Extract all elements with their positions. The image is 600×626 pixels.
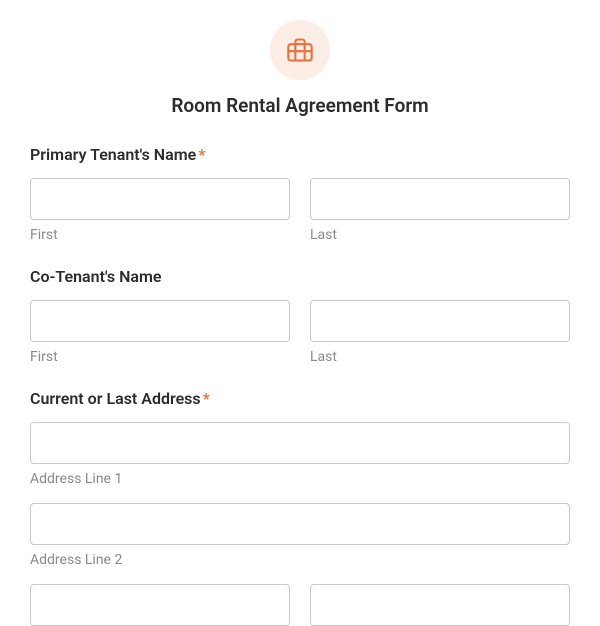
primary-last-sublabel: Last xyxy=(310,227,570,243)
briefcase-icon xyxy=(286,36,314,64)
co-last-sublabel: Last xyxy=(310,349,570,365)
required-mark: * xyxy=(203,389,210,408)
address-city-state-row xyxy=(30,584,570,626)
form-title: Room Rental Agreement Form xyxy=(30,94,570,117)
form-container: Room Rental Agreement Form Primary Tenan… xyxy=(0,0,600,626)
address-line2-sublabel: Address Line 2 xyxy=(30,552,570,568)
address-group: Current or Last Address* Address Line 1 … xyxy=(30,389,570,626)
primary-tenant-label: Primary Tenant's Name* xyxy=(30,145,570,164)
icon-circle xyxy=(270,20,330,80)
required-mark: * xyxy=(198,145,205,164)
icon-wrapper xyxy=(30,20,570,80)
address-state-input[interactable] xyxy=(310,584,570,626)
address-city-col xyxy=(30,584,290,626)
primary-tenant-row: First Last xyxy=(30,178,570,243)
address-line2: Address Line 2 xyxy=(30,503,570,568)
address-label: Current or Last Address* xyxy=(30,389,570,408)
address-line1-input[interactable] xyxy=(30,422,570,464)
co-first-col: First xyxy=(30,300,290,365)
co-first-sublabel: First xyxy=(30,349,290,365)
primary-last-input[interactable] xyxy=(310,178,570,220)
address-line2-input[interactable] xyxy=(30,503,570,545)
co-last-input[interactable] xyxy=(310,300,570,342)
primary-first-sublabel: First xyxy=(30,227,290,243)
primary-first-input[interactable] xyxy=(30,178,290,220)
address-city-input[interactable] xyxy=(30,584,290,626)
co-tenant-group: Co-Tenant's Name First Last xyxy=(30,267,570,365)
primary-first-col: First xyxy=(30,178,290,243)
co-tenant-row: First Last xyxy=(30,300,570,365)
co-last-col: Last xyxy=(310,300,570,365)
address-state-col xyxy=(310,584,570,626)
primary-tenant-group: Primary Tenant's Name* First Last xyxy=(30,145,570,243)
primary-last-col: Last xyxy=(310,178,570,243)
co-tenant-label: Co-Tenant's Name xyxy=(30,267,570,286)
address-line1: Address Line 1 xyxy=(30,422,570,487)
address-line1-sublabel: Address Line 1 xyxy=(30,471,570,487)
co-first-input[interactable] xyxy=(30,300,290,342)
